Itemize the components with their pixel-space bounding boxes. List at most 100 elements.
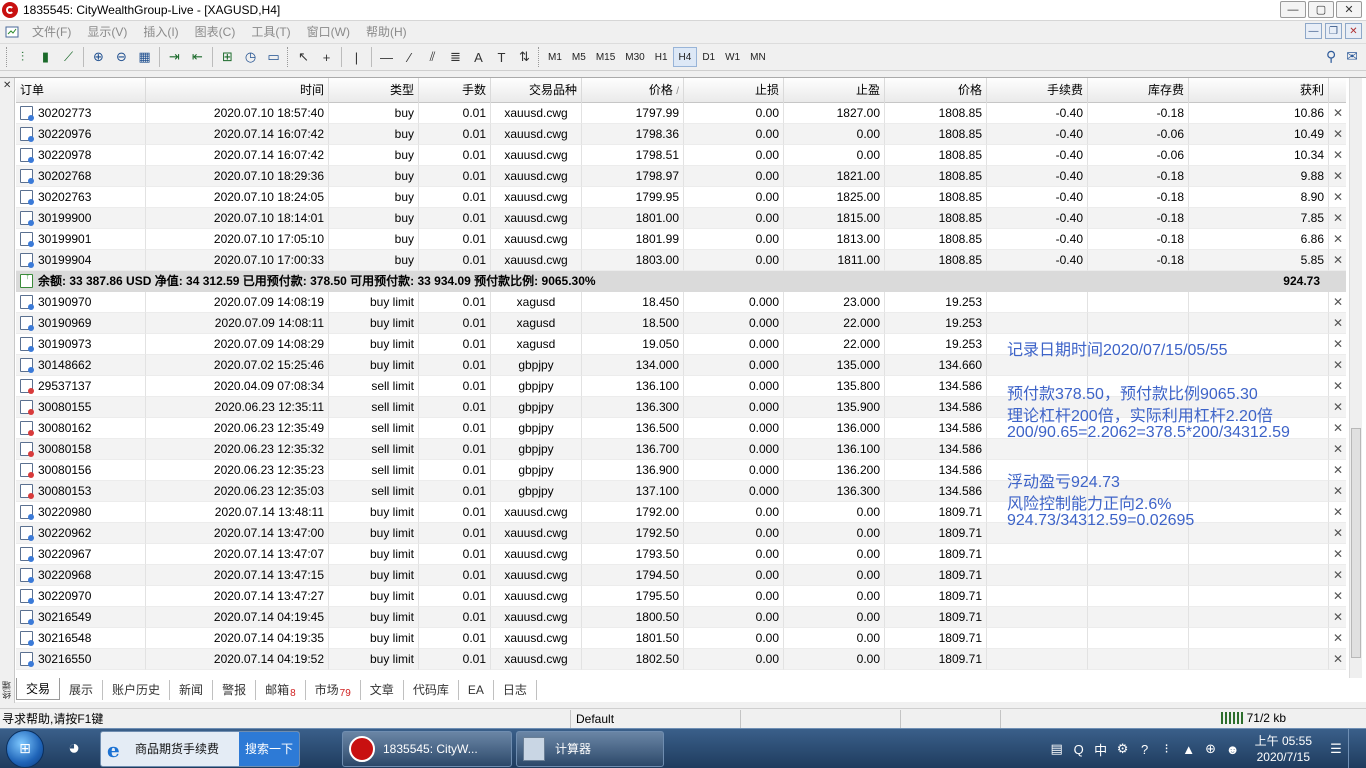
equidistant-channel-icon[interactable]: ⫽ — [421, 46, 444, 68]
close-order-icon[interactable]: ✕ — [1329, 145, 1346, 166]
close-order-icon[interactable]: ✕ — [1329, 544, 1346, 565]
toolbar-grip[interactable] — [538, 47, 541, 67]
vertical-scrollbar[interactable] — [1349, 78, 1362, 678]
close-order-icon[interactable]: ✕ — [1329, 397, 1346, 418]
line-chart-icon[interactable]: ⟋ — [57, 46, 80, 68]
close-order-icon[interactable]: ✕ — [1329, 292, 1346, 313]
tray-pdf-icon[interactable]: ▤ — [1047, 741, 1067, 757]
close-order-icon[interactable]: ✕ — [1329, 376, 1346, 397]
tab-7[interactable]: 文章 — [361, 680, 404, 700]
mdi-restore-button[interactable]: ❐ — [1325, 23, 1342, 39]
chat-icon[interactable]: ✉ — [1346, 48, 1358, 65]
table-row[interactable]: 30199904 2020.07.10 17:00:33 buy 0.01 xauusd… — [16, 250, 1346, 271]
zoom-out-icon[interactable]: ⊖ — [110, 46, 133, 68]
system-clock[interactable]: 上午 05:55 2020/7/15 — [1255, 733, 1312, 765]
taskbar-calculator[interactable]: 计算器 — [516, 730, 664, 767]
header-sl[interactable]: 止损 — [684, 78, 784, 103]
menu-help[interactable]: 帮助(H) — [358, 23, 415, 40]
close-order-icon[interactable]: ✕ — [1329, 208, 1346, 229]
table-row[interactable]: 30202763 2020.07.10 18:24:05 buy 0.01 xauusd… — [16, 187, 1346, 208]
tray-settings-icon[interactable]: ⚙ — [1113, 741, 1133, 757]
timeframe-d1[interactable]: D1 — [697, 47, 720, 67]
tab-3[interactable]: 新闻 — [170, 680, 214, 700]
header-lots[interactable]: 手数 — [419, 78, 491, 103]
header-time[interactable]: 时间 — [146, 78, 329, 103]
trendline-icon[interactable]: ⁄ — [398, 46, 421, 68]
table-row[interactable]: 30190970 2020.07.09 14:08:19 buy limit 0.01… — [16, 292, 1346, 313]
close-order-icon[interactable]: ✕ — [1329, 313, 1346, 334]
close-order-icon[interactable]: ✕ — [1329, 124, 1346, 145]
notifications-icon[interactable]: ☰ — [1326, 741, 1346, 757]
header-commission[interactable]: 手续费 — [987, 78, 1088, 103]
tab-5[interactable]: 邮箱8 — [256, 680, 306, 700]
tray-expand-icon[interactable]: ▲ — [1179, 742, 1199, 757]
start-button[interactable]: ⊞ — [6, 729, 44, 768]
tray-penguin-icon[interactable]: ☻ — [1223, 742, 1243, 757]
ime-indicator[interactable]: 中 — [1091, 740, 1111, 759]
table-row[interactable]: 30202773 2020.07.10 18:57:40 buy 0.01 xauusd… — [16, 103, 1346, 124]
scrollbar-thumb[interactable] — [1351, 428, 1361, 658]
menu-tools[interactable]: 工具(T) — [243, 23, 298, 40]
timeframe-m1[interactable]: M1 — [543, 47, 567, 67]
taskbar-mt4[interactable]: 1835545: CityW... — [342, 730, 512, 767]
table-row[interactable]: 30199900 2020.07.10 18:14:01 buy 0.01 xauusd… — [16, 208, 1346, 229]
tab-6[interactable]: 市场79 — [306, 680, 361, 700]
close-order-icon[interactable]: ✕ — [1329, 103, 1346, 124]
maximize-button[interactable]: ▢ — [1308, 1, 1334, 18]
close-order-icon[interactable]: ✕ — [1329, 355, 1346, 376]
status-profile[interactable]: Default — [570, 709, 740, 728]
table-row[interactable]: 30220970 2020.07.14 13:47:27 buy limit 0.01… — [16, 586, 1346, 607]
tray-help-icon[interactable]: ? — [1135, 742, 1155, 757]
toolbar-grip[interactable] — [287, 47, 290, 67]
tray-menu-icon[interactable]: ⁝ — [1157, 741, 1177, 757]
close-order-icon[interactable]: ✕ — [1329, 439, 1346, 460]
menu-window[interactable]: 窗口(W) — [299, 23, 358, 40]
fibonacci-icon[interactable]: ≣ — [444, 46, 467, 68]
close-order-icon[interactable]: ✕ — [1329, 460, 1346, 481]
close-order-icon[interactable]: ✕ — [1329, 502, 1346, 523]
pinned-app-icon[interactable]: ◕ — [52, 731, 96, 767]
close-button[interactable]: ✕ — [1336, 1, 1362, 18]
tab-2[interactable]: 账户历史 — [103, 680, 171, 700]
toolbar-grip[interactable] — [6, 47, 9, 67]
table-row[interactable]: 30080156 2020.06.23 12:35:23 sell limit 0.0… — [16, 460, 1346, 481]
timeframe-m5[interactable]: M5 — [567, 47, 591, 67]
close-order-icon[interactable]: ✕ — [1329, 649, 1346, 670]
connection-status[interactable]: 71/2 kb — [1220, 711, 1286, 725]
mdi-close-button[interactable]: ✕ — [1345, 23, 1362, 39]
table-row[interactable]: 30216548 2020.07.14 04:19:35 buy limit 0.01… — [16, 628, 1346, 649]
taskbar-search-label[interactable]: 搜索一下 — [238, 731, 299, 766]
chart-shift-icon[interactable]: ⇤ — [186, 46, 209, 68]
search-icon[interactable]: ⚲ — [1326, 48, 1336, 65]
crosshair-icon[interactable]: + — [315, 46, 338, 68]
header-price[interactable]: 价格 / — [582, 78, 684, 103]
close-order-icon[interactable]: ✕ — [1329, 166, 1346, 187]
templates-icon[interactable]: ▭ — [262, 46, 285, 68]
horizontal-line-icon[interactable]: — — [375, 46, 398, 68]
close-order-icon[interactable]: ✕ — [1329, 565, 1346, 586]
tab-9[interactable]: EA — [459, 680, 494, 700]
header-tp[interactable]: 止盈 — [784, 78, 885, 103]
text-tool-icon[interactable]: A — [467, 46, 490, 68]
tab-8[interactable]: 代码库 — [404, 680, 459, 700]
close-order-icon[interactable]: ✕ — [1329, 334, 1346, 355]
taskbar-browser[interactable]: e 商品期货手续费 搜索一下 — [100, 730, 300, 767]
table-row[interactable]: 30216549 2020.07.14 04:19:45 buy limit 0.01… — [16, 607, 1346, 628]
timeframe-m15[interactable]: M15 — [591, 47, 620, 67]
arrows-icon[interactable]: ⇅ — [513, 46, 536, 68]
tab-10[interactable]: 日志 — [494, 680, 537, 700]
table-row[interactable]: 30080158 2020.06.23 12:35:32 sell limit 0.0… — [16, 439, 1346, 460]
close-order-icon[interactable]: ✕ — [1329, 628, 1346, 649]
table-row[interactable]: 30220967 2020.07.14 13:47:07 buy limit 0.01… — [16, 544, 1346, 565]
header-profit[interactable]: 获利 — [1189, 78, 1329, 103]
timeframe-h1[interactable]: H1 — [650, 47, 673, 67]
tab-1[interactable]: 展示 — [60, 680, 104, 700]
vertical-line-icon[interactable]: | — [345, 46, 368, 68]
header-symbol[interactable]: 交易品种 — [491, 78, 582, 103]
header-swap[interactable]: 库存费 — [1088, 78, 1189, 103]
table-row[interactable]: 30190969 2020.07.09 14:08:11 buy limit 0.01… — [16, 313, 1346, 334]
close-order-icon[interactable]: ✕ — [1329, 418, 1346, 439]
indicators-icon[interactable]: ⊞ — [216, 46, 239, 68]
tray-add-icon[interactable]: ⊕ — [1201, 741, 1221, 757]
close-order-icon[interactable]: ✕ — [1329, 481, 1346, 502]
